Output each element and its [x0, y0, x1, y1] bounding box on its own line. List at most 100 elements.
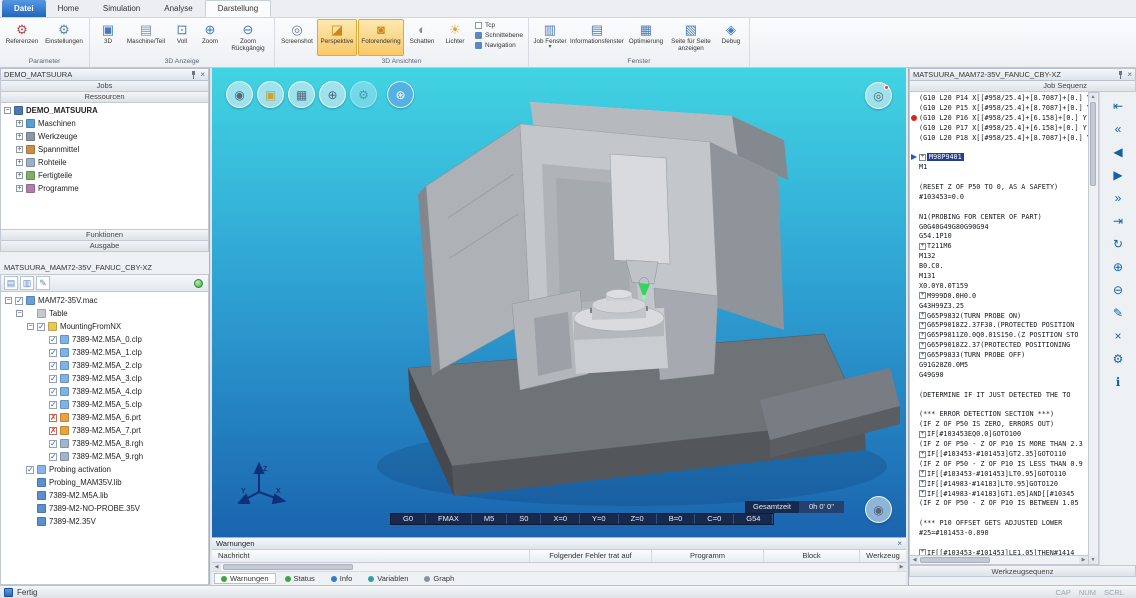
gcode-line[interactable]: B0.C0.	[910, 261, 1088, 271]
file-tree-item[interactable]: 7389-M2.M5A_3.clp	[1, 372, 208, 385]
gcode-gutter[interactable]	[910, 449, 919, 459]
warnings-tab[interactable]: Variablen	[361, 573, 415, 584]
ribbon-tab[interactable]: Datei	[2, 0, 46, 17]
column-header[interactable]: Block	[764, 550, 860, 562]
warnings-tab[interactable]: Info	[324, 573, 360, 584]
lights-button[interactable]: ☀ Lichter	[440, 19, 470, 56]
gcode-line[interactable]: M1	[910, 162, 1088, 172]
resource-tree-item[interactable]: + Werkzeuge	[1, 130, 208, 143]
gcode-line[interactable]: #25=#101453-0.890	[910, 528, 1088, 538]
ribbon-tab[interactable]: Darstellung	[205, 0, 271, 17]
gcode-gutter[interactable]	[910, 320, 919, 330]
gcode-line[interactable]: M131	[910, 271, 1088, 281]
file-checkbox[interactable]	[37, 323, 45, 331]
shadows-button[interactable]: ◐ Schatten	[405, 19, 439, 56]
screenshot-button[interactable]: ◎ Screenshot	[278, 19, 316, 56]
file-tree-item[interactable]: 7389-M2.M5A.lib	[1, 489, 208, 502]
gcode-gutter[interactable]	[910, 538, 919, 548]
gcode-line[interactable]: (G10 L20 P16 X[[#958/25.4]+[6.158]+[0.] …	[910, 113, 1088, 123]
gcode-expand-toggle[interactable]: +	[919, 312, 926, 319]
gcode-gutter[interactable]	[910, 330, 919, 340]
file-tree-item[interactable]: 7389-M2.M5A_7.prt	[1, 424, 208, 437]
gcode-hscrollbar[interactable]: ◀ ▶	[909, 556, 1089, 565]
file-tree-item[interactable]: 7389-M2.M5A_4.clp	[1, 385, 208, 398]
warnings-tab[interactable]: Warnungen	[214, 573, 276, 584]
file-checkbox[interactable]	[49, 427, 57, 435]
debug-button[interactable]: ◈ Debug	[716, 19, 746, 56]
file-checkbox[interactable]	[49, 414, 57, 422]
gcode-line[interactable]: (DETERMINE IF IT JUST DETECTED THE TO	[910, 390, 1088, 400]
info-icon[interactable]: ℹ	[1116, 376, 1121, 388]
pin-icon[interactable]	[190, 71, 197, 79]
play-icon[interactable]: ▶	[1113, 169, 1122, 181]
resource-tree-item[interactable]: − DEMO_MATSUURA	[1, 104, 208, 117]
gcode-gutter[interactable]	[910, 291, 919, 301]
gcode-gutter[interactable]	[910, 192, 919, 202]
gcode-gutter[interactable]	[910, 419, 919, 429]
resource-tree-item[interactable]: + Programme	[1, 182, 208, 195]
ausgabe-bar[interactable]: Ausgabe	[0, 241, 209, 252]
funktionen-bar[interactable]: Funktionen	[0, 230, 209, 241]
machine-part-button[interactable]: ▤ Maschine/Teil	[124, 19, 168, 56]
gcode-gutter[interactable]	[910, 133, 919, 143]
gcode-expand-toggle[interactable]: +	[919, 352, 926, 359]
column-header[interactable]: Folgender Fehler trat auf	[530, 550, 652, 562]
gcode-expand-toggle[interactable]: +	[919, 332, 926, 339]
gcode-line[interactable]: G54.1P10	[910, 231, 1088, 241]
gcode-line[interactable]: (G10 L20 P15 X[[#958/25.4]+[8.7087]+[0.]…	[910, 103, 1088, 113]
column-header[interactable]: Werkzeug	[860, 550, 906, 562]
gcode-gutter[interactable]	[910, 548, 919, 556]
gcode-line[interactable]: #103453=0.0	[910, 192, 1088, 202]
gcode-line[interactable]: + IF[#103453EQ0.0]GOTO100	[910, 429, 1088, 439]
gcode-line[interactable]: (*** P10 OFFSET GETS ADJUSTED LOWER	[910, 518, 1088, 528]
zoom-button[interactable]: ⊕ Zoom	[196, 19, 224, 56]
gcode-line[interactable]	[910, 172, 1088, 182]
file-checkbox[interactable]	[49, 362, 57, 370]
warnings-tab[interactable]: Graph	[417, 573, 461, 584]
gcode-gutter[interactable]	[910, 281, 919, 291]
loop-icon[interactable]: ↻	[1113, 238, 1123, 250]
file-tree-item[interactable]: 7389-M2.M5A_9.rgh	[1, 450, 208, 463]
gcode-gutter[interactable]	[910, 231, 919, 241]
ribbon-tab[interactable]: Simulation	[91, 0, 152, 17]
zoom-mode-icon[interactable]: ⊕	[319, 81, 346, 108]
gcode-line[interactable]: (IF Z OF P50 - Z OF P10 IS MORE THAN 2.3	[910, 439, 1088, 449]
gcode-line[interactable]: + G65P9833(TURN PROBE OFF)	[910, 350, 1088, 360]
gcode-line[interactable]: G43H99Z3.25	[910, 301, 1088, 311]
scroll-right-icon[interactable]: ▶	[897, 563, 906, 571]
erase-icon[interactable]: ×	[1114, 330, 1121, 342]
gcode-gutter[interactable]	[910, 182, 919, 192]
gcode-line[interactable]	[910, 538, 1088, 548]
gcode-gutter[interactable]	[910, 311, 919, 321]
fit-view-button[interactable]: ⊡ Voll	[169, 19, 195, 56]
references-button[interactable]: ⚙ Referenzen	[3, 19, 41, 56]
toggle-box-icon[interactable]	[475, 42, 482, 49]
gcode-gutter[interactable]	[910, 508, 919, 518]
gcode-gutter[interactable]	[910, 162, 919, 172]
gcode-expand-toggle[interactable]: +	[919, 480, 926, 487]
gcode-line[interactable]: + IF[[#103453-#101453]LE1.05]THEN#1414	[910, 548, 1088, 556]
gcode-expand-toggle[interactable]: +	[919, 490, 926, 497]
gcode-gutter[interactable]	[910, 103, 919, 113]
gcode-gutter[interactable]	[910, 251, 919, 261]
go-to-end-icon[interactable]: ⇥	[1113, 215, 1123, 227]
file-tree-item[interactable]: 7389-M2.M5A_2.clp	[1, 359, 208, 372]
tree-expand-toggle[interactable]: +	[16, 172, 23, 179]
step-forward-icon[interactable]: »	[1115, 192, 1122, 204]
tree-expand-toggle[interactable]: −	[27, 323, 34, 330]
gcode-line[interactable]	[910, 400, 1088, 410]
gcode-line[interactable]	[910, 380, 1088, 390]
file-checkbox[interactable]	[49, 453, 57, 461]
tools-icon[interactable]: ⚙	[1113, 353, 1124, 365]
gcode-line[interactable]: + IF[[#103453-#101453]GT2.35]GOTO110	[910, 449, 1088, 459]
gcode-expand-toggle[interactable]: +	[919, 470, 926, 477]
machine-camera-icon[interactable]: ◉	[865, 496, 892, 523]
file-checkbox[interactable]	[49, 388, 57, 396]
resources-bar[interactable]: Ressourcen	[0, 92, 209, 103]
gcode-line[interactable]: (IF Z OF P50 IS ZERO, ERRORS OUT)	[910, 419, 1088, 429]
jobs-bar[interactable]: Jobs	[0, 81, 209, 92]
scroll-thumb[interactable]	[223, 564, 353, 570]
gcode-gutter[interactable]	[910, 499, 919, 509]
warnings-tab[interactable]: Status	[278, 573, 322, 584]
render-mode-icon[interactable]: ▣	[257, 81, 284, 108]
